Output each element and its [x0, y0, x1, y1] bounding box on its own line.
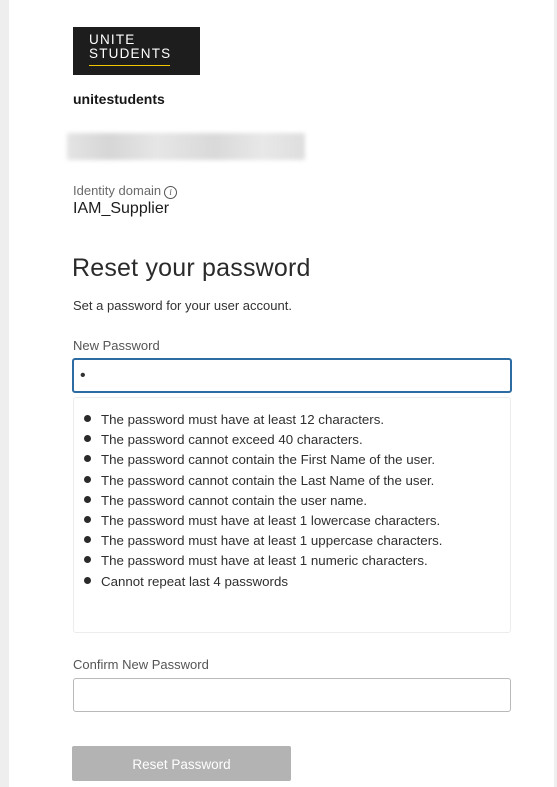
password-rules-list: The password must have at least 12 chara… [74, 398, 510, 592]
password-rule-text: The password must have at least 12 chara… [101, 412, 385, 427]
bullet-icon [84, 495, 91, 503]
bullet-icon [84, 576, 91, 584]
reset-password-button[interactable]: Reset Password [72, 746, 291, 781]
confirm-password-input[interactable] [73, 678, 511, 712]
confirm-password-label: Confirm New Password [73, 657, 209, 672]
password-rule-item: Cannot repeat last 4 passwords [84, 572, 510, 592]
logo-text-line2: STUDENTS [89, 46, 172, 61]
password-rule-item: The password must have at least 1 lowerc… [84, 511, 510, 531]
password-rule-item: The password cannot contain the First Na… [84, 450, 510, 470]
password-rule-text: The password cannot contain the First Na… [101, 452, 436, 468]
password-rule-text: The password must have at least 1 upperc… [101, 533, 443, 549]
page-title: Reset your password [72, 254, 311, 282]
page-subtitle: Set a password for your user account. [73, 298, 292, 313]
bullet-icon [84, 536, 91, 544]
redacted-username [67, 133, 305, 160]
bullet-icon [84, 455, 91, 463]
bullet-icon [84, 556, 91, 564]
password-rule-item: The password cannot exceed 40 characters… [84, 430, 510, 450]
bullet-icon [84, 435, 91, 443]
new-password-label: New Password [73, 338, 160, 353]
signin-panel: UNITE STUDENTS unitestudents Identity do… [9, 0, 554, 787]
password-rule-item: The password must have at least 1 numeri… [84, 551, 510, 571]
password-rule-text: The password must have at least 1 numeri… [101, 553, 428, 569]
password-rule-text: The password cannot contain the user nam… [101, 492, 368, 508]
password-rule-item: The password cannot contain the user nam… [84, 491, 510, 511]
password-rule-text: The password cannot exceed 40 characters… [101, 432, 363, 448]
password-rule-text: The password cannot contain the Last Nam… [101, 472, 435, 488]
info-icon[interactable]: i [164, 186, 178, 199]
identity-domain-label-text: Identity domain [73, 183, 162, 198]
bullet-icon [84, 415, 91, 422]
new-password-masked-value: • [80, 367, 86, 384]
logo-underline [89, 65, 170, 66]
brand-logo: UNITE STUDENTS [73, 27, 200, 75]
password-rule-item: The password cannot contain the Last Nam… [84, 471, 510, 491]
password-rule-text: Cannot repeat last 4 passwords [101, 573, 289, 589]
left-border [0, 0, 9, 787]
new-password-input[interactable]: • [72, 358, 512, 393]
password-rules-panel: The password must have at least 12 chara… [73, 397, 511, 633]
bullet-icon [84, 475, 91, 483]
password-rule-item: The password must have at least 12 chara… [84, 410, 510, 430]
bullet-icon [84, 516, 91, 524]
identity-domain-value: IAM_Supplier [73, 200, 170, 217]
password-rule-text: The password must have at least 1 lowerc… [101, 513, 441, 529]
identity-domain-label: Identity domain i [73, 183, 178, 199]
logo-text-line1: UNITE [89, 32, 136, 47]
tenant-name: unitestudents [73, 91, 165, 107]
password-rule-item: The password must have at least 1 upperc… [84, 531, 510, 551]
